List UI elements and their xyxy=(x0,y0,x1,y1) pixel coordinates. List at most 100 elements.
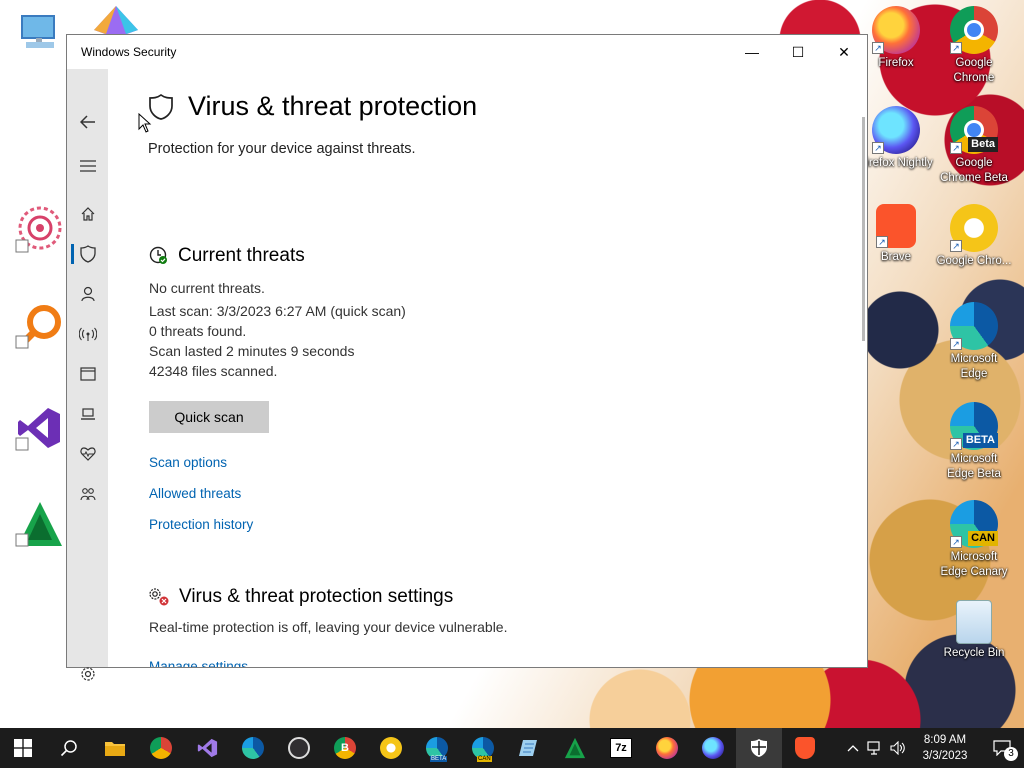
minimize-button[interactable]: — xyxy=(729,35,775,69)
menu-button[interactable] xyxy=(67,150,108,182)
hamburger-icon xyxy=(79,160,96,172)
sidebar-item-app-browser-control[interactable] xyxy=(67,358,108,390)
sidebar-item-device-performance[interactable] xyxy=(67,438,108,470)
back-button[interactable] xyxy=(67,106,108,138)
sidebar-item-virus-protection[interactable] xyxy=(67,238,108,270)
taskbar-triangle-app[interactable] xyxy=(552,728,598,768)
this-pc-icon[interactable] xyxy=(16,8,64,56)
page-title: Virus & threat protection xyxy=(188,91,478,121)
scan-options-link[interactable]: Scan options xyxy=(149,455,227,470)
desktop-icon-brave[interactable]: ↗ Brave xyxy=(858,204,934,265)
quick-scan-button[interactable]: Quick scan xyxy=(149,401,269,433)
scan-history-icon xyxy=(149,246,167,264)
taskbar-edge-canary[interactable]: CAN xyxy=(460,728,506,768)
canary-tag: CAN xyxy=(968,531,998,546)
sidebar-item-device-security[interactable] xyxy=(67,398,108,430)
taskbar-brave[interactable] xyxy=(782,728,828,768)
shield-icon xyxy=(79,245,96,263)
sidebar-item-home[interactable] xyxy=(67,198,108,230)
taskbar-chrome-canary[interactable] xyxy=(368,728,414,768)
last-scan-text: Last scan: 3/3/2023 6:27 AM (quick scan) xyxy=(149,303,406,319)
taskbar-visual-studio[interactable] xyxy=(184,728,230,768)
chrome-beta-icon: B xyxy=(334,737,356,759)
start-button[interactable] xyxy=(0,728,46,768)
desktop-icon-microsoft-edge[interactable]: ↗ Microsoft Edge xyxy=(936,302,1012,382)
search-magnifier-app-icon[interactable] xyxy=(14,302,62,350)
taskbar-notepad[interactable] xyxy=(506,728,552,768)
recycle-bin-icon xyxy=(956,600,992,644)
edge-canary-icon: CAN xyxy=(472,737,494,762)
chevron-up-icon xyxy=(847,745,859,752)
notification-count-badge: 3 xyxy=(1004,747,1018,761)
volume-button[interactable] xyxy=(886,728,910,768)
desktop-icon-google-chrome-beta[interactable]: ↗ Beta Google Chrome Beta xyxy=(936,106,1012,186)
desktop-icon-google-chrome-canary[interactable]: ↗ Google Chro... xyxy=(936,204,1012,269)
sidebar-item-account-protection[interactable] xyxy=(67,278,108,310)
heart-icon xyxy=(79,447,96,461)
taskbar-windows-security[interactable] xyxy=(736,728,782,768)
taskbar-7zip[interactable]: 7z xyxy=(598,728,644,768)
mandala-app-icon[interactable] xyxy=(14,206,62,254)
desktop-icon-label: Brave xyxy=(880,251,912,263)
taskbar-obs[interactable] xyxy=(276,728,322,768)
desktop-icon-firefox-nightly[interactable]: ↗ Firefox Nightly xyxy=(858,106,934,171)
taskbar-search-button[interactable] xyxy=(46,728,92,768)
brave-icon xyxy=(795,737,815,759)
manage-settings-link[interactable]: Manage settings xyxy=(149,659,248,667)
triangle-app-icon[interactable] xyxy=(14,500,62,548)
taskbar-chrome-beta[interactable]: B xyxy=(322,728,368,768)
edge-icon xyxy=(242,737,264,759)
desktop-icon-firefox[interactable]: ↗ Firefox xyxy=(858,6,934,71)
obs-icon xyxy=(288,737,310,759)
laptop-icon xyxy=(80,408,95,420)
clock[interactable]: 8:09 AM 3/3/2023 xyxy=(910,732,980,764)
desktop-icon-label: Google Chro... xyxy=(936,255,1012,267)
maximize-button[interactable]: ☐ xyxy=(775,35,821,69)
taskbar-firefox[interactable] xyxy=(644,728,690,768)
protection-history-link[interactable]: Protection history xyxy=(149,517,253,532)
visual-studio-icon[interactable] xyxy=(14,404,62,452)
desktop-icon-google-chrome[interactable]: ↗ Google Chrome xyxy=(936,6,1012,86)
desktop-icon-microsoft-edge-beta[interactable]: ↗ BETA Microsoft Edge Beta xyxy=(936,402,1012,482)
desktop-icon-label: Microsoft Edge xyxy=(950,353,998,380)
allowed-threats-link[interactable]: Allowed threats xyxy=(149,486,241,501)
clock-date: 3/3/2023 xyxy=(922,750,968,762)
settings-warning-icon xyxy=(149,588,169,606)
sidebar-item-family-options[interactable] xyxy=(67,478,108,510)
taskbar-edge[interactable] xyxy=(230,728,276,768)
chrome-icon xyxy=(150,737,172,759)
realtime-protection-status: Real-time protection is off, leaving you… xyxy=(149,619,508,635)
notification-center-button[interactable]: 3 xyxy=(980,728,1024,768)
back-arrow-icon xyxy=(79,115,95,129)
file-explorer-icon xyxy=(105,742,125,756)
scrollbar[interactable] xyxy=(862,117,865,341)
page-subtitle: Protection for your device against threa… xyxy=(148,141,416,157)
taskbar-firefox-nightly[interactable] xyxy=(690,728,736,768)
sidebar-item-settings[interactable] xyxy=(67,658,108,690)
network-button[interactable] xyxy=(864,728,886,768)
family-icon xyxy=(79,488,96,501)
desktop-icon-recycle-bin[interactable]: Recycle Bin xyxy=(936,600,1012,661)
7zip-icon: 7z xyxy=(610,738,632,758)
desktop-icon-label: Firefox xyxy=(878,57,914,69)
beta-tag: BETA xyxy=(962,433,998,448)
desktop-icon-microsoft-edge-canary[interactable]: ↗ CAN Microsoft Edge Canary xyxy=(936,500,1012,580)
threat-status: No current threats. xyxy=(149,280,265,296)
taskbar-file-explorer[interactable] xyxy=(92,728,138,768)
firefox-nightly-icon xyxy=(702,737,724,759)
windows-security-icon xyxy=(751,739,767,757)
sidebar-item-firewall[interactable] xyxy=(67,318,108,350)
person-icon xyxy=(80,286,95,302)
show-hidden-icons-button[interactable] xyxy=(842,728,864,768)
taskbar-chrome[interactable] xyxy=(138,728,184,768)
taskbar: B BETA CAN 7z 8:09 AM 3/3/2023 3 xyxy=(0,728,1024,768)
title-bar[interactable]: Windows Security — ☐ ✕ xyxy=(67,35,867,69)
edge-beta-icon: ↗ BETA xyxy=(950,402,998,450)
sidebar xyxy=(67,69,108,681)
threats-found-text: 0 threats found. xyxy=(149,323,247,339)
taskbar-edge-beta[interactable]: BETA xyxy=(414,728,460,768)
brave-icon: ↗ xyxy=(876,204,916,248)
notepad-icon xyxy=(519,740,537,756)
protection-settings-title: Virus & threat protection settings xyxy=(179,586,454,607)
close-button[interactable]: ✕ xyxy=(821,35,867,69)
